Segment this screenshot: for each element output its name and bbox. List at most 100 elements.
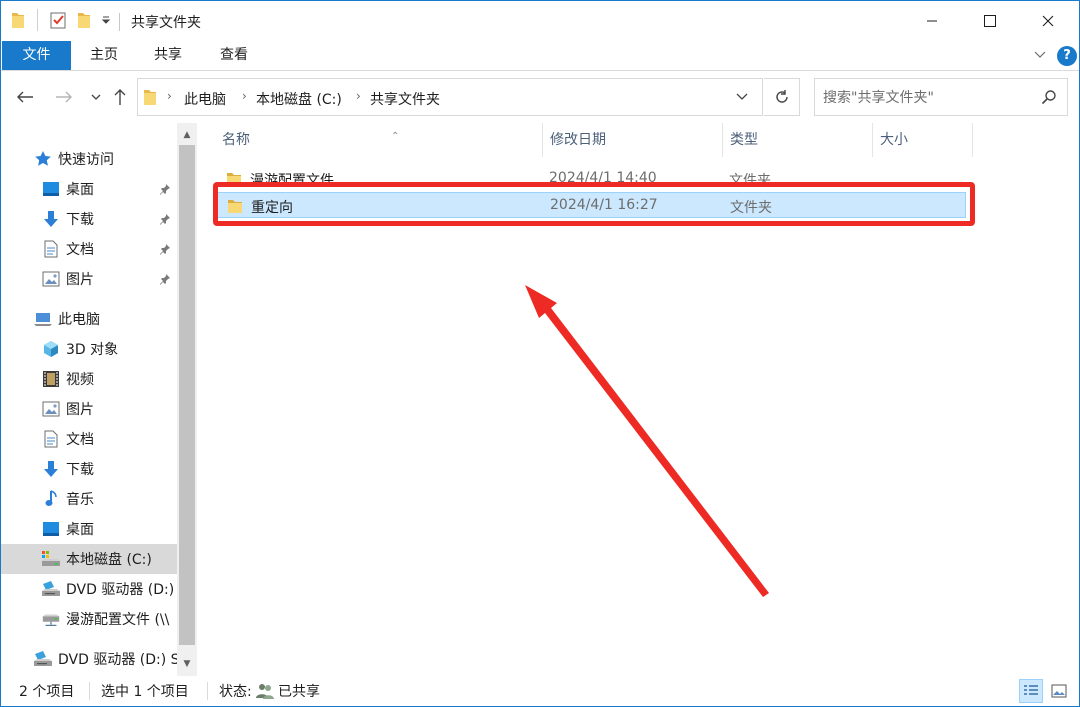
large-icons-view-button[interactable] (1047, 679, 1071, 703)
breadcrumb-this-pc[interactable]: 此电脑 (184, 89, 226, 109)
sidebar-item-label: 下载 (66, 462, 94, 478)
address-bar[interactable]: › 此电脑 › 本地磁盘 (C:) › 共享文件夹 (137, 78, 763, 116)
refresh-button[interactable] (764, 78, 800, 116)
tab-file[interactable]: 文件 (2, 41, 71, 70)
document-icon (41, 430, 61, 448)
arrow-up-icon (113, 88, 127, 106)
pin-icon (159, 273, 171, 285)
file-row[interactable]: 漫游配置文件 2024/4/1 14:40 文件夹 (214, 166, 966, 192)
sidebar-item[interactable]: 图片 (1, 394, 177, 424)
sidebar-item[interactable]: DVD 驱动器 (D:) (1, 574, 177, 604)
dvd-drive-icon (41, 580, 61, 598)
help-button[interactable]: ? (1057, 46, 1077, 66)
sidebar-item-label: 音乐 (66, 492, 94, 508)
properties-checkmark-icon[interactable] (49, 11, 67, 31)
sidebar-item[interactable]: 本地磁盘 (C:) (1, 544, 177, 574)
sidebar-item[interactable]: 音乐 (1, 484, 177, 514)
up-button[interactable] (109, 86, 131, 108)
breadcrumb-local-disk[interactable]: 本地磁盘 (C:) (256, 89, 342, 109)
breadcrumb-shared-folder[interactable]: 共享文件夹 (370, 89, 440, 109)
ribbon-expand-chevron-icon[interactable] (1033, 50, 1047, 60)
dvd-drive-icon (33, 650, 53, 668)
sidebar-item[interactable]: 快速访问 (1, 144, 177, 174)
minimize-button[interactable] (901, 1, 963, 41)
sidebar-item[interactable]: 桌面 (1, 174, 177, 204)
film-icon (41, 370, 61, 388)
sidebar-item-label: 此电脑 (58, 312, 100, 328)
sort-ascending-icon: ⌃ (391, 131, 400, 142)
folder-icon (143, 88, 157, 106)
title-bar: 共享文件夹 (1, 1, 1079, 41)
breadcrumb-separator-icon: › (356, 89, 361, 103)
sidebar-item[interactable]: 桌面 (1, 514, 177, 544)
maximize-icon (984, 15, 996, 27)
sidebar-item-label: 下载 (66, 212, 94, 228)
download-icon (41, 210, 61, 228)
scroll-up-arrow-icon[interactable]: ▲ (177, 125, 197, 145)
sidebar-item-label: 文档 (66, 432, 94, 448)
desktop-icon (41, 180, 61, 198)
column-header-type[interactable]: 类型 (723, 123, 873, 157)
close-icon (1042, 15, 1054, 27)
column-header-name-label: 名称 (222, 132, 250, 148)
sidebar-item-label: 桌面 (66, 182, 94, 198)
sidebar-item[interactable]: 视频 (1, 364, 177, 394)
file-row[interactable]: 重定向 2024/4/1 16:27 文件夹 (214, 192, 966, 218)
sidebar-item[interactable]: 图片 (1, 264, 177, 294)
navigation-pane: 快速访问 桌面 下载 文档 图片 此电脑 3D 对象 视频 图片 文档 下载 音乐 桌面 本地磁盘 (C:… (1, 123, 197, 676)
pin-icon (159, 213, 171, 225)
picture-icon (41, 400, 61, 418)
refresh-icon (774, 89, 790, 105)
folder-icon (227, 198, 243, 214)
column-header-modified[interactable]: 修改日期 (543, 123, 723, 157)
file-modified: 2024/4/1 14:40 (549, 170, 657, 186)
search-icon[interactable] (1041, 89, 1057, 105)
sidebar-item-label: 本地磁盘 (C:) (66, 552, 152, 568)
selected-count: 选中 1 个项目 (101, 684, 189, 700)
sidebar-item[interactable]: 下载 (1, 454, 177, 484)
details-view-button[interactable] (1019, 679, 1043, 703)
document-icon (41, 240, 61, 258)
sidebar-item-label: 快速访问 (58, 152, 114, 168)
navigation-scrollbar[interactable]: ▲ ▼ (177, 123, 197, 676)
sidebar-item[interactable]: 3D 对象 (1, 334, 177, 364)
close-button[interactable] (1017, 1, 1079, 41)
sidebar-item[interactable]: DVD 驱动器 (D:) S (1, 644, 177, 674)
tab-view[interactable]: 查看 (207, 41, 261, 70)
back-button[interactable] (14, 86, 36, 108)
item-count: 2 个项目 (19, 684, 75, 700)
forward-button[interactable] (53, 86, 75, 108)
file-modified: 2024/4/1 16:27 (550, 197, 658, 213)
sidebar-item[interactable]: 文档 (1, 234, 177, 264)
file-name: 漫游配置文件 (250, 173, 334, 189)
details-view-icon (1023, 684, 1039, 698)
search-input[interactable] (823, 88, 1033, 108)
address-history-chevron-icon[interactable] (736, 93, 748, 101)
network-drive-icon (41, 610, 61, 628)
scrollbar-thumb[interactable] (179, 145, 195, 645)
title-separator (119, 13, 120, 31)
share-state-label: 状态: (219, 684, 252, 700)
shared-users-icon (255, 682, 275, 700)
maximize-button[interactable] (959, 1, 1021, 41)
desktop-icon (41, 520, 61, 538)
tab-home[interactable]: 主页 (77, 41, 131, 70)
scroll-down-arrow-icon[interactable]: ▼ (177, 654, 197, 674)
cube-icon (41, 340, 61, 358)
ribbon-tabs: 文件 主页 共享 查看 ? (1, 41, 1079, 71)
column-header-size[interactable]: 大小 (873, 123, 973, 157)
sidebar-item[interactable]: 漫游配置文件 (\\ (1, 604, 177, 634)
search-box[interactable] (814, 78, 1068, 116)
customize-dropdown-icon[interactable] (101, 15, 111, 35)
file-type: 文件夹 (730, 200, 772, 216)
column-header-name[interactable]: 名称 ⌃ (215, 123, 543, 157)
sidebar-item[interactable]: 文档 (1, 424, 177, 454)
sidebar-item-label: 图片 (66, 402, 94, 418)
status-divider (89, 682, 90, 700)
sidebar-item[interactable]: 下载 (1, 204, 177, 234)
new-folder-icon[interactable] (77, 11, 91, 31)
tab-share[interactable]: 共享 (141, 41, 195, 70)
sidebar-item[interactable]: 此电脑 (1, 304, 177, 334)
breadcrumb-separator-icon: › (242, 89, 247, 103)
recent-locations-button[interactable] (85, 86, 107, 108)
